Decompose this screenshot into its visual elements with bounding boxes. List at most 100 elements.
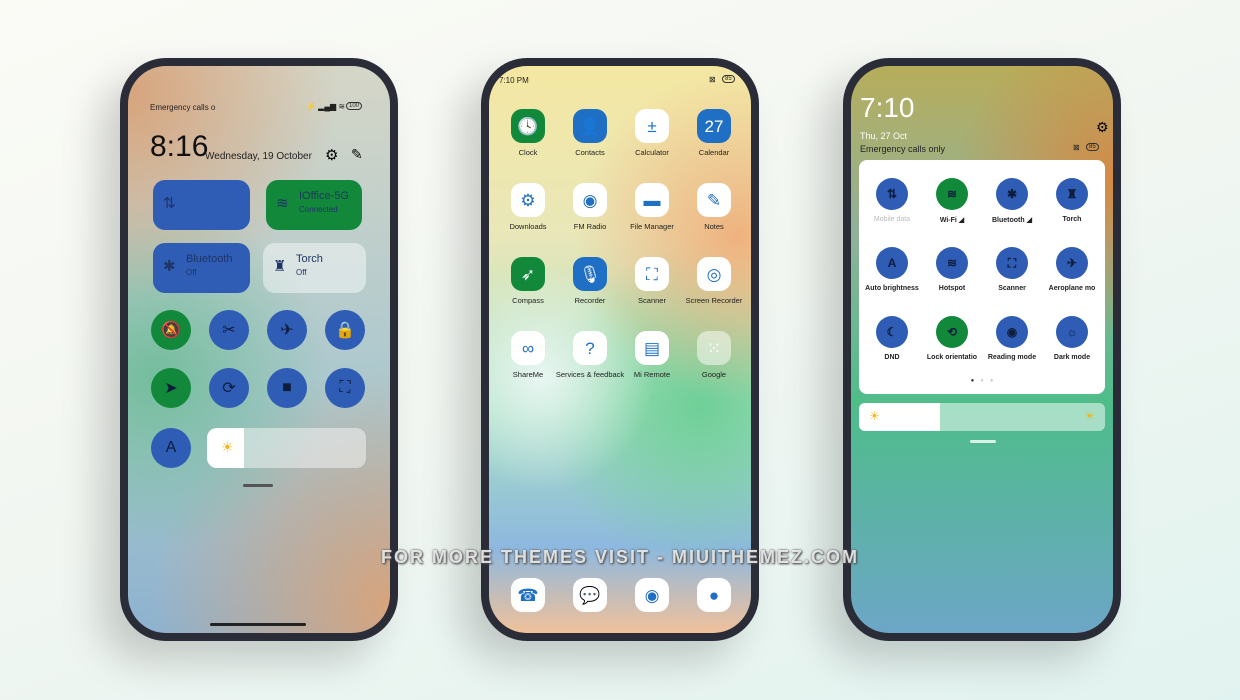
app-icon: ?: [573, 331, 607, 365]
app-scanner[interactable]: ⛶ Scanner: [617, 257, 687, 305]
app-icon: 🕓: [511, 109, 545, 143]
screenshot-icon: ✂: [222, 322, 236, 339]
app-shareme[interactable]: ∞ ShareMe: [493, 331, 563, 379]
app-compass[interactable]: ➶ Compass: [493, 257, 563, 305]
qs-label: Reading mode: [987, 354, 1037, 361]
app-google[interactable]: ⁙ Google: [679, 331, 749, 379]
chrome-icon: ◉: [635, 578, 669, 612]
app-icon: ∞: [511, 331, 545, 365]
qs-label: Scanner: [998, 285, 1026, 292]
scan-toggle[interactable]: ⛶: [325, 368, 365, 408]
messages-icon: 💬: [573, 578, 607, 612]
qs-icon: ≋: [936, 247, 968, 279]
app-icon: 👤: [573, 109, 607, 143]
handle-bar[interactable]: [243, 484, 273, 487]
battery-indicator: 100: [346, 102, 363, 110]
app-notes[interactable]: ✎ Notes: [679, 183, 749, 231]
brightness-slider[interactable]: ☀ ☀: [859, 403, 1105, 431]
battery-indicator: 85: [1086, 143, 1099, 151]
dock-phone[interactable]: ☎: [493, 578, 563, 617]
app-icon: ▤: [635, 331, 669, 365]
qs-label: Wi-Fi ◢: [939, 217, 965, 224]
tile-status: Off: [186, 268, 197, 277]
qs-dark-mode[interactable]: ☼ Dark mode: [1042, 316, 1102, 361]
app-calendar[interactable]: 27 Calendar: [679, 109, 749, 157]
qs-aeroplane-mo[interactable]: ✈ Aeroplane mo: [1042, 247, 1102, 292]
tile-title: IOffice-5G: [299, 190, 349, 202]
dock-messages[interactable]: 💬: [555, 578, 625, 617]
carrier-text: Emergency calls only: [860, 144, 946, 154]
qs-icon: ⛶: [996, 247, 1028, 279]
phone-icon: ☎: [511, 578, 545, 612]
app-recorder[interactable]: 🎙 Recorder: [555, 257, 625, 305]
app-downloads[interactable]: ⚙ Downloads: [493, 183, 563, 231]
torch-icon: ♜: [273, 258, 287, 275]
lock-toggle[interactable]: 🔒: [325, 310, 365, 350]
app-services-feedback[interactable]: ? Services & feedback: [555, 331, 625, 379]
video-toggle[interactable]: ■: [267, 368, 307, 408]
app-contacts[interactable]: 👤 Contacts: [555, 109, 625, 157]
app-label: Recorder: [574, 296, 606, 305]
app-icon: ⛶: [635, 257, 669, 291]
airplane-toggle[interactable]: ✈: [267, 310, 307, 350]
auto-brightness-button[interactable]: A: [151, 428, 191, 468]
app-icon: 27: [697, 109, 731, 143]
battery-indicator: 85: [722, 75, 735, 83]
qs-auto-brightness[interactable]: A Auto brightness: [862, 247, 922, 292]
location-toggle[interactable]: ➤: [151, 368, 191, 408]
qs-reading-mode[interactable]: ◉ Reading mode: [982, 316, 1042, 361]
quick-settings-panel: ⇅ Mobile data ≋ Wi-Fi ◢ ✱ Bluetooth ◢ ♜ Torch A A…: [859, 160, 1105, 394]
app-label: Screen Recorder: [685, 296, 743, 305]
tile-mobile-data[interactable]: ⇅: [153, 180, 250, 230]
app-label: Services & feedback: [555, 370, 625, 379]
tile-bluetooth[interactable]: ✱ Bluetooth Off: [153, 243, 250, 293]
qs-label: Lock orientatio: [926, 354, 978, 361]
qs-icon: ◉: [996, 316, 1028, 348]
app-label: Contacts: [575, 148, 605, 157]
clock-time: 7:10: [860, 92, 915, 123]
qs-torch[interactable]: ♜ Torch: [1042, 178, 1102, 223]
qs-scanner[interactable]: ⛶ Scanner: [982, 247, 1042, 292]
app-icon: ◉: [573, 183, 607, 217]
qs-label: Torch: [1062, 216, 1082, 223]
qs-wi-fi-[interactable]: ≋ Wi-Fi ◢: [922, 178, 982, 224]
watermark-text: FOR MORE THEMES VISIT - MIUITHEMEZ.COM: [381, 547, 859, 567]
qs-icon: ♜: [1056, 178, 1088, 210]
page-dot[interactable]: ●: [990, 378, 994, 384]
app-clock[interactable]: 🕓 Clock: [493, 109, 563, 157]
qs-mobile-data[interactable]: ⇅ Mobile data: [862, 178, 922, 223]
dock-camera[interactable]: ●: [679, 578, 749, 617]
tile-torch[interactable]: ♜ Torch Off: [263, 243, 366, 293]
qs-label: Auto brightness: [865, 285, 919, 292]
clock-time: 8:16: [150, 130, 209, 163]
home-indicator[interactable]: [210, 623, 306, 626]
page-dot[interactable]: ●: [971, 378, 975, 384]
brightness-slider[interactable]: ☀: [207, 428, 366, 468]
bell-off-icon: 🔕: [161, 322, 181, 339]
app-calculator[interactable]: ± Calculator: [617, 109, 687, 157]
tile-status: Connected: [299, 205, 338, 214]
tile-wifi[interactable]: ≋ IOffice-5G Connected: [266, 180, 362, 230]
app-screen-recorder[interactable]: ◎ Screen Recorder: [679, 257, 749, 305]
location-icon: ➤: [164, 380, 178, 397]
rotation-lock-icon: ⟳: [222, 380, 236, 397]
app-mi-remote[interactable]: ▤ Mi Remote: [617, 331, 687, 379]
app-file-manager[interactable]: ▬ File Manager: [617, 183, 687, 231]
handle-bar[interactable]: [970, 440, 996, 443]
bell-off-toggle[interactable]: 🔕: [151, 310, 191, 350]
page-dot[interactable]: ●: [980, 378, 984, 384]
qs-dnd[interactable]: ☾ DND: [862, 316, 922, 361]
carrier-text: Emergency calls o: [150, 103, 216, 112]
app-fm-radio[interactable]: ◉ FM Radio: [555, 183, 625, 231]
qs-lock-orientatio[interactable]: ⟲ Lock orientatio: [922, 316, 982, 361]
rotation-lock-toggle[interactable]: ⟳: [209, 368, 249, 408]
app-label: Downloads: [509, 222, 547, 231]
settings-gear-icon[interactable]: ⚙: [1096, 119, 1109, 136]
qs-bluetooth-[interactable]: ✱ Bluetooth ◢: [982, 178, 1042, 224]
app-label: Calendar: [698, 148, 730, 157]
dock-chrome[interactable]: ◉: [617, 578, 687, 617]
settings-gear-icon[interactable]: ⚙: [325, 146, 338, 164]
edit-icon[interactable]: ✎: [351, 146, 363, 163]
screenshot-toggle[interactable]: ✂: [209, 310, 249, 350]
qs-hotspot[interactable]: ≋ Hotspot: [922, 247, 982, 292]
